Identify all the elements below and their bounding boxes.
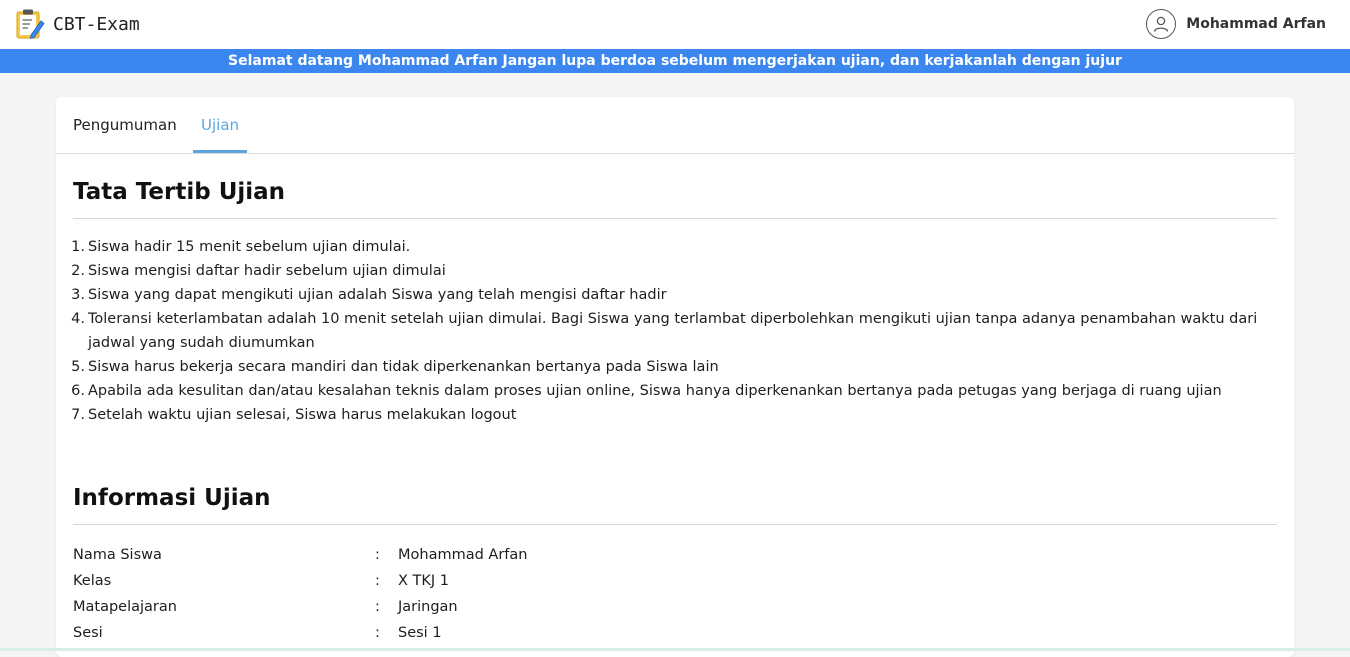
exam-info-table: Nama Siswa : Mohammad Arfan Kelas : X TK…: [73, 542, 527, 646]
info-label: Sesi: [73, 625, 103, 641]
brand[interactable]: CBT-Exam: [15, 8, 140, 40]
list-item: 4. Toleransi keterlambatan adalah 10 meni…: [71, 311, 1258, 351]
list-item: 5. Siswa harus bekerja secara mandiri dan…: [71, 359, 719, 375]
rules-title: Tata Tertib Ujian: [73, 179, 286, 205]
table-row: Matapelajaran : Jaringan: [73, 594, 527, 620]
divider: [73, 524, 1277, 525]
list-item: 6. Apabila ada kesulitan dan/atau kesalah…: [71, 383, 1222, 399]
welcome-banner: Selamat datang Mohammad Arfan Jangan lup…: [0, 49, 1350, 73]
info-label: Nama Siswa: [73, 547, 162, 563]
table-row: Nama Siswa : Mohammad Arfan: [73, 542, 527, 568]
tab-bar: Pengumuman Ujian: [56, 97, 1294, 154]
brand-name: CBT-Exam: [53, 13, 140, 35]
info-separator: :: [375, 547, 380, 563]
info-label: Kelas: [73, 573, 112, 589]
info-separator: :: [375, 573, 380, 589]
info-value: Sesi 1: [398, 625, 442, 641]
list-item: 1. Siswa hadir 15 menit sebelum ujian dim…: [71, 239, 411, 255]
list-item: 2. Siswa mengisi daftar hadir sebelum uji…: [71, 263, 446, 279]
list-item: 7. Setelah waktu ujian selesai, Siswa har…: [71, 407, 517, 423]
welcome-banner-text: Selamat datang Mohammad Arfan Jangan lup…: [228, 53, 1122, 69]
divider: [73, 218, 1277, 219]
rules-list: 1. Siswa hadir 15 menit sebelum ujian dim…: [71, 235, 1268, 427]
info-value: Mohammad Arfan: [398, 547, 528, 563]
tab-pengumuman[interactable]: Pengumuman: [73, 97, 177, 152]
top-navbar: CBT-Exam Mohammad Arfan: [0, 0, 1350, 49]
info-title: Informasi Ujian: [73, 485, 271, 511]
main-card: Pengumuman Ujian Tata Tertib Ujian 1. Sis…: [56, 97, 1294, 657]
info-label: Matapelajaran: [73, 599, 177, 615]
list-item: 3. Siswa yang dapat mengikuti ujian adala…: [71, 287, 667, 303]
info-value: Jaringan: [398, 599, 458, 615]
user-menu[interactable]: Mohammad Arfan: [1146, 8, 1326, 40]
user-name[interactable]: Mohammad Arfan: [1186, 16, 1326, 32]
tab-ujian[interactable]: Ujian: [193, 97, 248, 153]
info-separator: :: [375, 625, 380, 641]
user-avatar-icon[interactable]: [1146, 9, 1177, 39]
table-row: Kelas : X TKJ 1: [73, 568, 527, 594]
info-separator: :: [375, 599, 380, 615]
clipboard-pencil-icon: [16, 9, 45, 40]
table-row: Sesi : Sesi 1: [73, 620, 527, 646]
info-value: X TKJ 1: [398, 573, 450, 589]
